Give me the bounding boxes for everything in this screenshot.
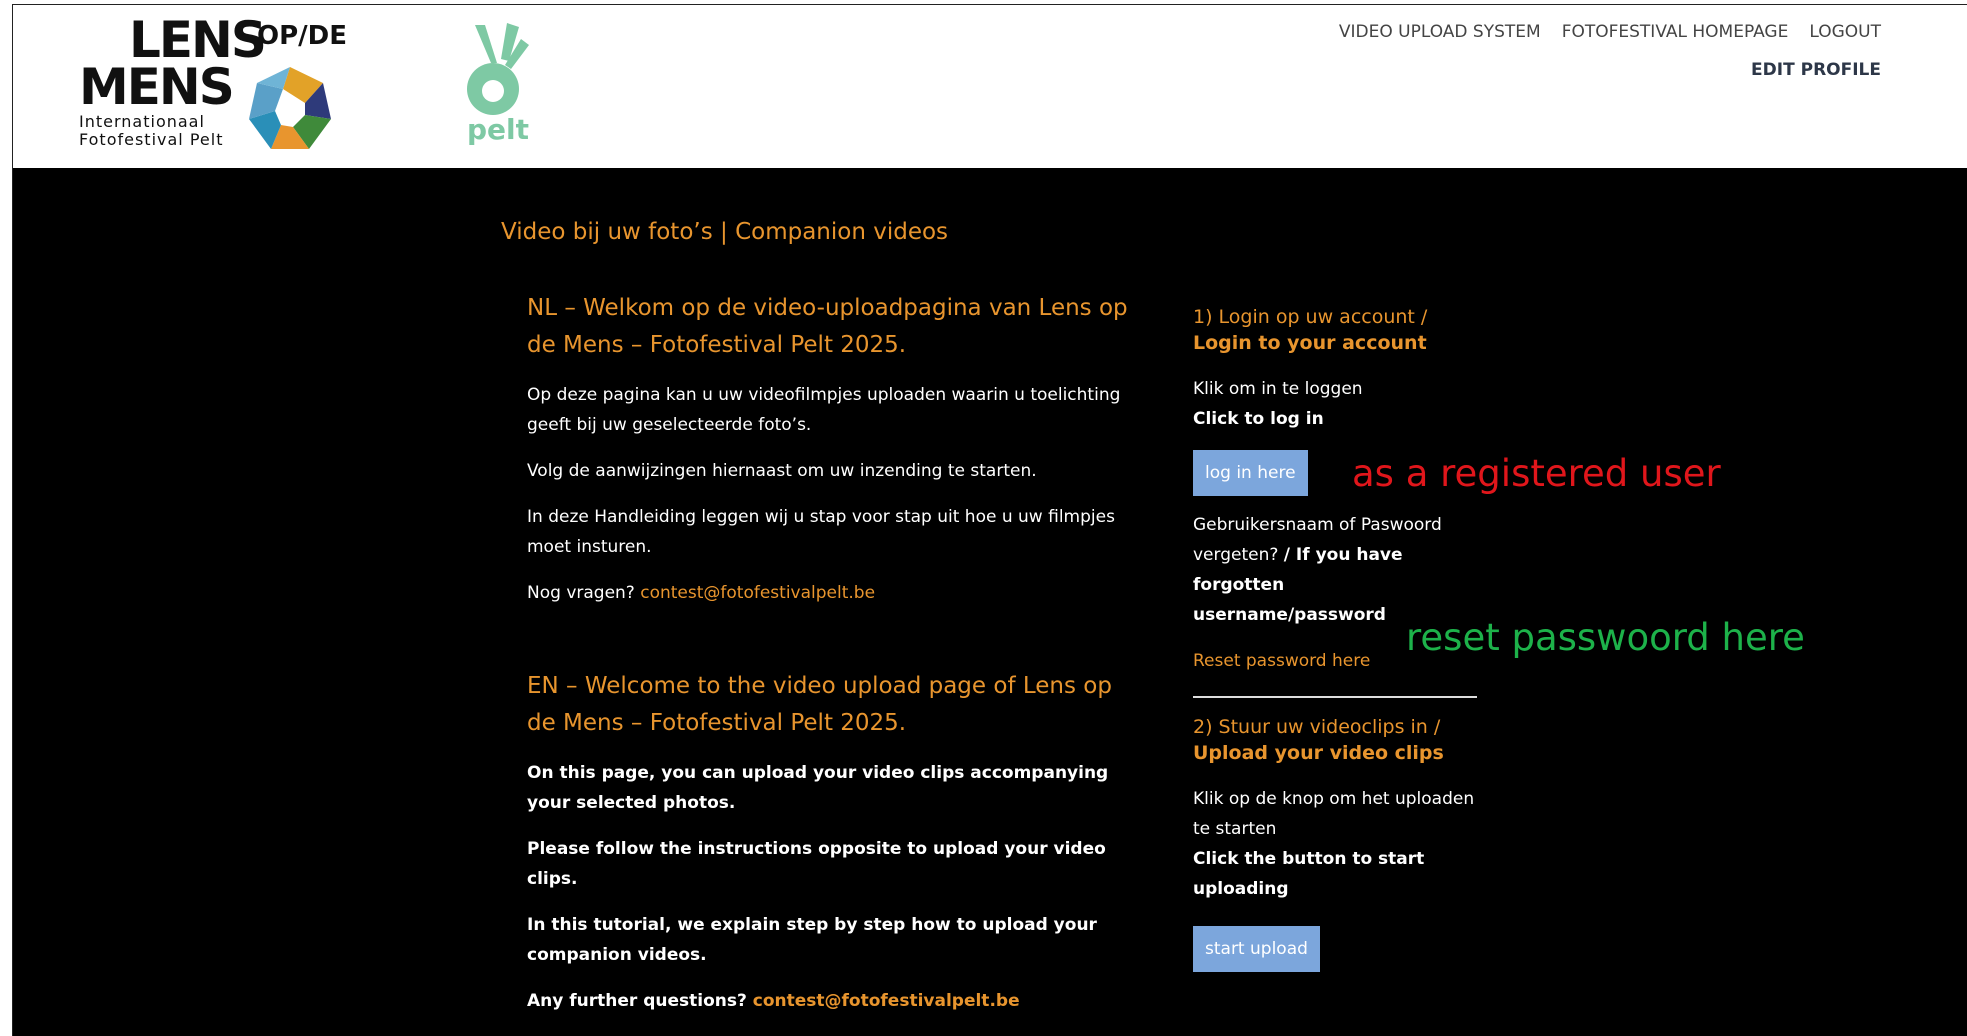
intro-en-questions: Any further questions? contest@fotofesti… [527,986,1147,1016]
start-upload-button[interactable]: start upload [1193,926,1320,972]
logo-sub-line2: Fotofestival Pelt [79,130,224,149]
step1-title-en: Login to your account [1193,332,1427,354]
logo-subtitle: Internationaal Fotofestival Pelt [79,113,223,149]
intro-en-p2: Please follow the instructions opposite … [527,839,1106,889]
contact-email-link[interactable]: contest@fotofestivalpelt.be [753,991,1020,1011]
step2-title-en: Upload your video clips [1193,742,1444,764]
contact-email-link[interactable]: contest@fotofestivalpelt.be [640,583,875,603]
step1-text-en: Click to log in [1193,409,1324,429]
annotation-reset-password: reset passwoord here [1406,616,1805,659]
intro-nl-title: NL – Welkom op de video-uploadpagina van… [527,295,1128,358]
step1-text-nl: Klik om in te loggen [1193,379,1363,399]
step2-title-nl: 2) Stuur uw videoclips in / [1193,716,1441,738]
reset-password-link[interactable]: Reset password here [1193,651,1370,671]
intro-en-p1: On this page, you can upload your video … [527,763,1109,813]
nav-logout[interactable]: LOGOUT [1809,19,1881,45]
page-frame: LENS OP/DE MENS Internationaal Fotofesti… [0,0,1967,1036]
log-in-button[interactable]: log in here [1193,450,1308,496]
intro-en-p3: In this tutorial, we explain step by ste… [527,915,1097,965]
pelt-wordmark: pelt [467,113,530,146]
step1-title: 1) Login op uw account / Login to your a… [1193,304,1483,356]
logo-opde-text: OP/DE [257,21,347,51]
logo-mens-text: MENS [79,58,235,116]
intro-nl: NL – Welkom op de video-uploadpagina van… [527,290,1147,608]
intro-nl-p3: In deze Handleiding leggen wij u stap vo… [527,507,1115,557]
site-header: LENS OP/DE MENS Internationaal Fotofesti… [12,4,1967,168]
page-title: Video bij uw foto’s | Companion videos [501,219,949,245]
intro-column: NL – Welkom op de video-uploadpagina van… [527,290,1147,1016]
intro-nl-p2: Volg de aanwijzingen hiernaast om uw inz… [527,461,1037,481]
lens-op-de-mens-logo[interactable]: LENS OP/DE MENS Internationaal Fotofesti… [79,15,347,155]
questions-label: Any further questions? [527,991,747,1011]
top-navigation: VIDEO UPLOAD SYSTEM FOTOFESTIVAL HOMEPAG… [1339,19,1881,45]
intro-nl-p1: Op deze pagina kan u uw videofilmpjes up… [527,385,1121,435]
section-divider [1193,696,1477,698]
nav-edit-profile[interactable]: EDIT PROFILE [1751,57,1881,83]
logo-sub-line1: Internationaal [79,112,205,131]
aperture-icon [249,67,331,149]
nav-fotofestival-homepage[interactable]: FOTOFESTIVAL HOMEPAGE [1562,19,1789,45]
step2-text-nl: Klik op de knop om het uploaden te start… [1193,789,1475,839]
step2-text-en: Click the button to start uploading [1193,849,1425,899]
step1-title-nl: 1) Login op uw account / [1193,306,1428,328]
forgot-credentials-text: Gebruikersnaam of Paswoord vergeten? / I… [1193,510,1483,630]
questions-label: Nog vragen? [527,583,635,603]
intro-nl-questions: Nog vragen? contest@fotofestivalpelt.be [527,578,1147,608]
step2-title: 2) Stuur uw videoclips in / Upload your … [1193,714,1483,766]
intro-en: EN – Welcome to the video upload page of… [527,668,1147,1016]
nav-video-upload-system[interactable]: VIDEO UPLOAD SYSTEM [1339,19,1541,45]
intro-en-title: EN – Welcome to the video upload page of… [527,673,1112,736]
annotation-registered-user: as a registered user [1352,452,1721,495]
